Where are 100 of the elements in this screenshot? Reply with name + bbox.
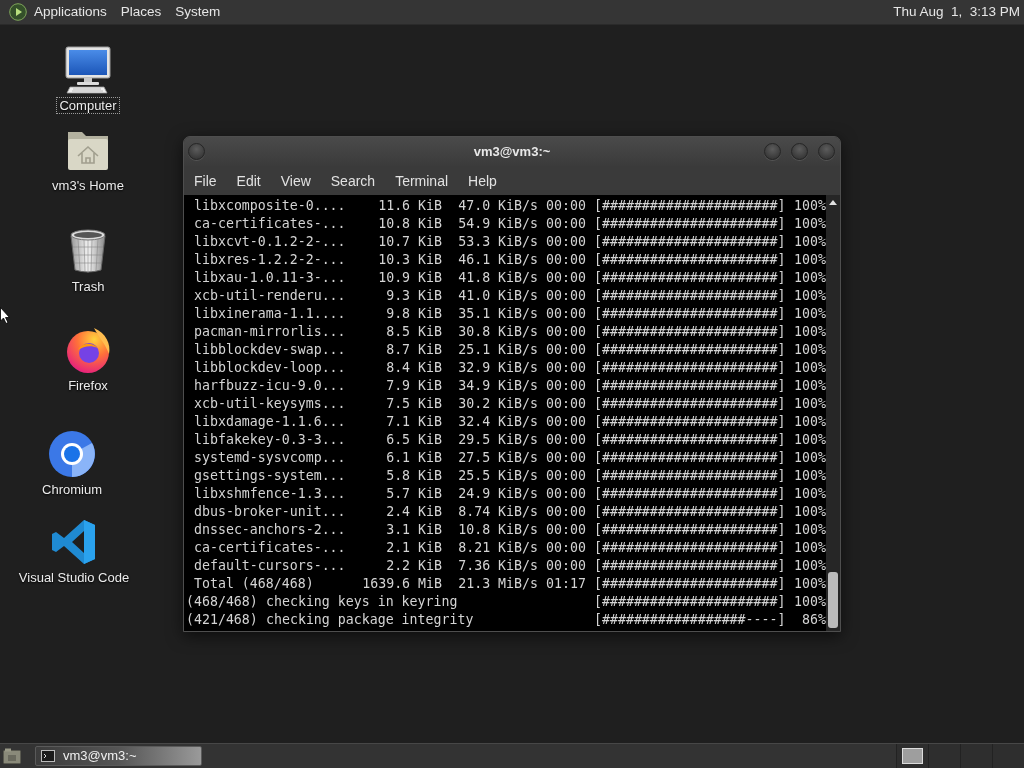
transfer-rate: 30.8 KiB/s [457,323,538,341]
transfer-rate: 8.21 KiB/s [457,539,538,557]
panel-menu[interactable]: System [168,2,228,22]
task-button[interactable]: vm3@vm3:~ [35,746,202,766]
progress-bar-text: [######################] [594,341,786,359]
download-size: 5.7 KiB [385,485,442,503]
elapsed-time: 00:00 [545,251,586,269]
menu-item[interactable]: File [184,170,227,191]
package-name: dnssec-anchors-2... [194,521,346,539]
package-name: gsettings-system... [194,467,346,485]
scrollbar-thumb[interactable] [828,572,838,628]
percent-text: 100% [793,377,826,395]
package-name: libfakekey-0.3-3... [194,431,346,449]
download-size: 2.2 KiB [385,557,442,575]
desktop-icon-label[interactable]: Trash [68,278,108,295]
elapsed-time: 00:00 [545,395,586,413]
progress-bar-text: [######################] [594,251,786,269]
elapsed-time: 00:00 [545,449,586,467]
download-size: 8.5 KiB [385,323,442,341]
package-count: (421/468) [186,611,259,629]
elapsed-time: 00:00 [545,233,586,251]
transfer-rate: 25.5 KiB/s [457,467,538,485]
progress-bar-text: [######################] [594,431,786,449]
download-size: 10.9 KiB [377,269,442,287]
percent-text: 100% [793,197,826,215]
menu-item[interactable]: Help [458,170,507,191]
progress-bar-text: [######################] [594,323,786,341]
elapsed-time: 00:00 [545,359,586,377]
elapsed-time: 00:00 [545,305,586,323]
desktop-icon-label[interactable]: vm3's Home [49,177,127,194]
download-size: 1639.6 MiB [361,575,442,593]
percent-text: 100% [793,233,826,251]
package-name: libblockdev-loop... [194,359,346,377]
menu-item[interactable]: Terminal [385,170,459,191]
progress-bar-text: [######################] [594,449,786,467]
download-size: 3.1 KiB [385,521,442,539]
package-name: libxau-1.0.11-3-... [194,269,346,287]
progress-bar-text: [######################] [594,395,786,413]
elapsed-time: 01:17 [545,575,586,593]
progress-bar-text: [######################] [594,539,786,557]
download-size: 10.3 KiB [377,251,442,269]
elapsed-time: 00:00 [545,377,586,395]
workspace-cell[interactable] [928,744,960,768]
workspace-cell[interactable] [992,744,1024,768]
desktop-icon-label[interactable]: Visual Studio Code [15,569,133,586]
transfer-rate: 32.4 KiB/s [457,413,538,431]
workspace-cell[interactable] [960,744,992,768]
package-count: (468/468) [186,593,259,611]
package-name: pacman-mirrorlis... [194,323,346,341]
progress-bar-text: [######################] [594,269,786,287]
ring-logo-icon[interactable] [48,430,96,478]
download-size: 11.6 KiB [377,197,442,215]
ribbon-logo-icon[interactable] [50,518,98,566]
panel-menu[interactable]: Places [113,2,169,22]
progress-bar-text: [######################] [594,215,786,233]
desktop-icon-label[interactable]: Firefox [65,377,111,394]
progress-bar-text: [######################] [594,197,786,215]
transfer-rate: 41.8 KiB/s [457,269,538,287]
percent-text: 100% [793,575,826,593]
percent-text: 100% [793,395,826,413]
logo-icon[interactable] [9,3,27,21]
clock[interactable]: Thu Aug 1, 3:13 PM [893,1,1020,23]
elapsed-time: 00:00 [545,503,586,521]
panel-menu[interactable]: Applications [27,2,114,22]
scrollbar-track[interactable] [826,195,840,631]
download-size: 6.1 KiB [385,449,442,467]
transfer-rate: 46.1 KiB/s [457,251,538,269]
computer-icon[interactable] [64,46,112,94]
elapsed-time: 00:00 [545,485,586,503]
download-size: 9.8 KiB [385,305,442,323]
elapsed-time: 00:00 [545,341,586,359]
percent-text: 86% [801,611,826,629]
show-desktop-button[interactable] [3,747,21,765]
percent-text: 100% [793,341,826,359]
percent-text: 100% [793,521,826,539]
progress-bar-text: [######################] [594,377,786,395]
percent-text: 100% [793,467,826,485]
total-label: Total (468/468) [194,575,315,593]
menu-item[interactable]: Edit [226,170,271,191]
elapsed-time: 00:00 [545,557,586,575]
workspace-cell[interactable] [896,744,928,768]
package-name: ca-certificates-... [194,539,346,557]
elapsed-time: 00:00 [545,521,586,539]
package-name: libxdamage-1.1.6... [194,413,346,431]
flame-globe-icon[interactable] [64,326,112,374]
transfer-rate: 7.36 KiB/s [457,557,538,575]
package-name: libxcomposite-0.... [194,197,346,215]
elapsed-time: 00:00 [545,197,586,215]
percent-text: 100% [793,287,826,305]
package-name: ca-certificates-... [194,215,346,233]
progress-bar-text: [######################] [594,413,786,431]
download-size: 9.3 KiB [385,287,442,305]
menu-item[interactable]: View [270,170,321,191]
menu-item[interactable]: Search [320,170,386,191]
transfer-rate: 21.3 MiB/s [457,575,538,593]
desktop-icon-label[interactable]: Chromium [39,481,105,498]
desktop-icon-label[interactable]: Computer [56,97,120,114]
mouse-pointer-icon [0,307,10,324]
status-message: checking package integrity [266,611,475,629]
percent-text: 100% [793,431,826,449]
